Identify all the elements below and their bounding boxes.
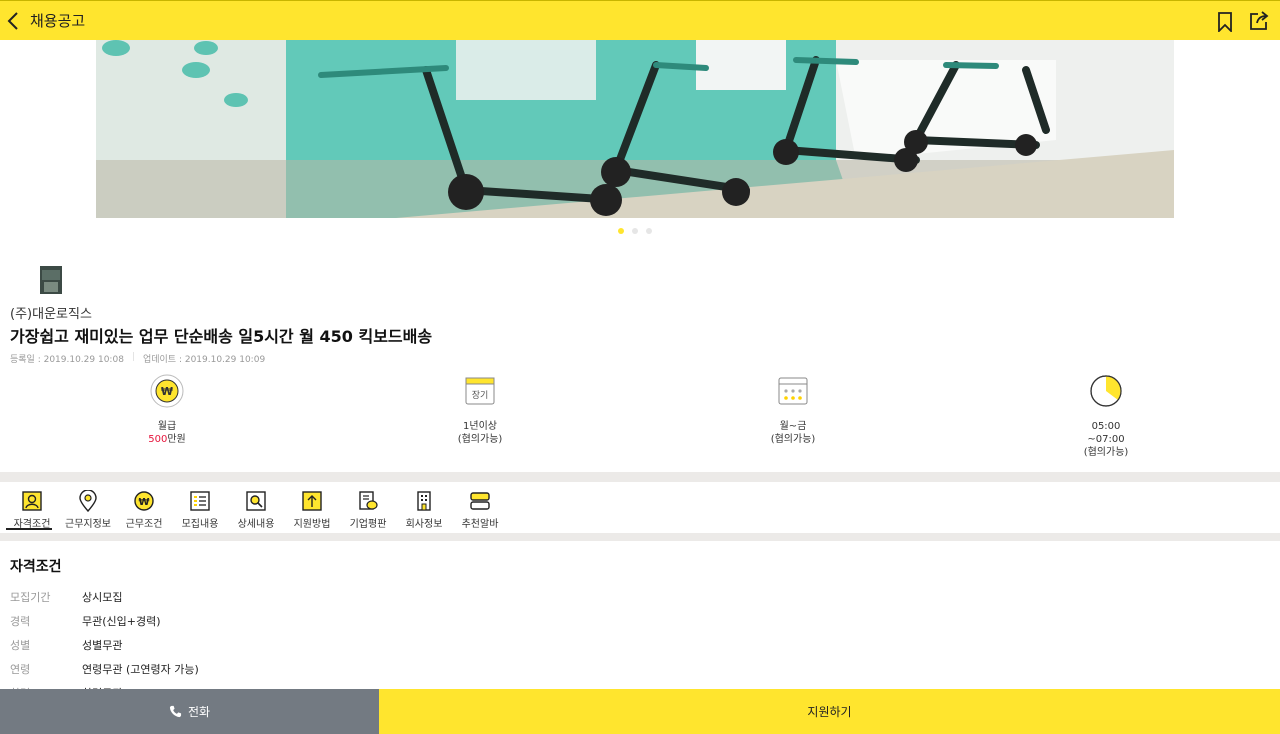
carousel-dot[interactable]: [618, 228, 624, 234]
won-coin-icon: ₩: [150, 374, 184, 408]
tab-label: 근무지정보: [65, 519, 111, 530]
condition-value: 상시모집: [82, 591, 123, 604]
tab-label: 기업평판: [349, 519, 387, 530]
job-title: 가장쉽고 재미있는 업무 단순배송 일5시간 월 450 킥보드배송: [10, 327, 433, 346]
condition-value: 성별무관: [82, 639, 123, 652]
calendar-long-term-icon: 장기: [465, 377, 495, 405]
phone-icon: [169, 705, 182, 718]
detail-tabs: 자격조건 근무지정보 ₩ 근무조건 모집내용 상세내용 지원방법 기업평판 회사…: [0, 482, 1280, 532]
tab-label: 회사정보: [405, 519, 443, 530]
svg-text:₩: ₩: [138, 497, 149, 508]
map-pin-icon: [79, 490, 97, 512]
days-line2: (협의가능): [770, 434, 816, 445]
pay-unit: 만원: [167, 434, 186, 445]
tab-company-info[interactable]: 회사정보: [396, 482, 452, 532]
bookmark-icon[interactable]: [1216, 12, 1234, 32]
post-meta: 등록일 : 2019.10.29 10:08 | 업데이트 : 2019.10.…: [10, 352, 265, 365]
share-icon[interactable]: [1249, 11, 1269, 31]
tab-recommended-jobs[interactable]: 추천알바: [452, 482, 508, 532]
carousel-dots[interactable]: [618, 228, 652, 234]
checklist-icon: [190, 491, 210, 511]
top-bar: 채용공고: [0, 0, 1280, 40]
call-label: 전화: [187, 705, 211, 719]
summary-days: 월~금 (협의가능): [723, 374, 863, 446]
tab-label: 근무조건: [125, 519, 163, 530]
clock-pie-icon: [1090, 375, 1122, 407]
pay-amount: 500: [148, 434, 168, 445]
summary-pay: ₩ 월급 500만원: [97, 374, 237, 446]
company-name[interactable]: (주)대운로직스: [10, 303, 92, 322]
bottom-action-bar: 전화 지원하기: [0, 689, 1280, 734]
condition-row: 연령 연령무관 (고연령자 가능): [10, 661, 199, 677]
summary-period: 장기 1년이상 (협의가능): [410, 374, 550, 446]
tab-label: 모집내용: [181, 519, 219, 530]
tab-how-to-apply[interactable]: 지원방법: [284, 482, 340, 532]
page-title: 채용공고: [30, 12, 86, 30]
calendar-dots-icon: [778, 377, 808, 405]
tab-label: 추천알바: [461, 519, 499, 530]
tab-details[interactable]: 상세내용: [228, 482, 284, 532]
person-search-icon: [22, 491, 42, 511]
tab-divider: [0, 533, 1280, 541]
calendar-icon-text: 장기: [472, 390, 489, 401]
period-line2: (협의가능): [457, 434, 503, 445]
condition-key: 모집기간: [10, 591, 51, 604]
tab-qualifications[interactable]: 자격조건: [4, 482, 60, 532]
meta-divider: |: [131, 352, 135, 362]
carousel-dot[interactable]: [646, 228, 652, 234]
time-line3: (협의가능): [1083, 447, 1129, 458]
condition-row: 모집기간 상시모집: [10, 589, 122, 605]
magnifier-icon: [246, 491, 266, 511]
condition-key: 연령: [10, 663, 31, 676]
company-logo: [40, 266, 62, 294]
carousel-dot[interactable]: [632, 228, 638, 234]
chat-doc-icon: [359, 491, 378, 510]
apply-button[interactable]: 지원하기: [379, 689, 1280, 734]
building-icon: [417, 491, 431, 511]
back-arrow-icon[interactable]: [6, 11, 22, 31]
pay-label: 월급: [157, 421, 177, 432]
banner-image[interactable]: [96, 40, 1174, 218]
tab-work-location[interactable]: 근무지정보: [60, 482, 116, 532]
summary-time: 05:00 ~07:00 (협의가능): [1036, 374, 1176, 459]
section-divider: [0, 472, 1280, 482]
condition-key: 경력: [10, 615, 31, 628]
tab-recruitment[interactable]: 모집내용: [172, 482, 228, 532]
condition-value: 연령무관 (고연령자 가능): [82, 663, 199, 676]
apply-label: 지원하기: [807, 705, 852, 719]
stack-icon: [470, 492, 490, 510]
time-line1: 05:00: [1091, 421, 1121, 432]
job-summary: ₩ 월급 500만원 장기 1년이상 (협의가능) 월~금 (협의가능) 05:…: [0, 374, 1280, 464]
days-line1: 월~금: [779, 421, 807, 432]
condition-key: 성별: [10, 639, 31, 652]
svg-text:₩: ₩: [161, 385, 173, 398]
condition-value: 무관(신입+경력): [82, 615, 161, 628]
tab-label: 상세내용: [237, 519, 275, 530]
condition-row: 경력 무관(신입+경력): [10, 613, 161, 629]
tab-work-conditions[interactable]: ₩ 근무조건: [116, 482, 172, 532]
period-line1: 1년이상: [463, 421, 497, 432]
tab-label: 지원방법: [293, 519, 331, 530]
time-line2: ~07:00: [1087, 434, 1125, 445]
registered-date: 등록일 : 2019.10.29 10:08: [10, 355, 124, 365]
won-coin-icon: ₩: [134, 491, 154, 511]
tab-company-reputation[interactable]: 기업평판: [340, 482, 396, 532]
updated-date: 업데이트 : 2019.10.29 10:09: [142, 355, 266, 365]
condition-row: 성별 성별무관: [10, 637, 122, 653]
section-title: 자격조건: [10, 559, 62, 575]
call-button[interactable]: 전화: [0, 689, 379, 734]
upload-icon: [302, 491, 322, 511]
tab-label: 자격조건: [13, 519, 51, 530]
